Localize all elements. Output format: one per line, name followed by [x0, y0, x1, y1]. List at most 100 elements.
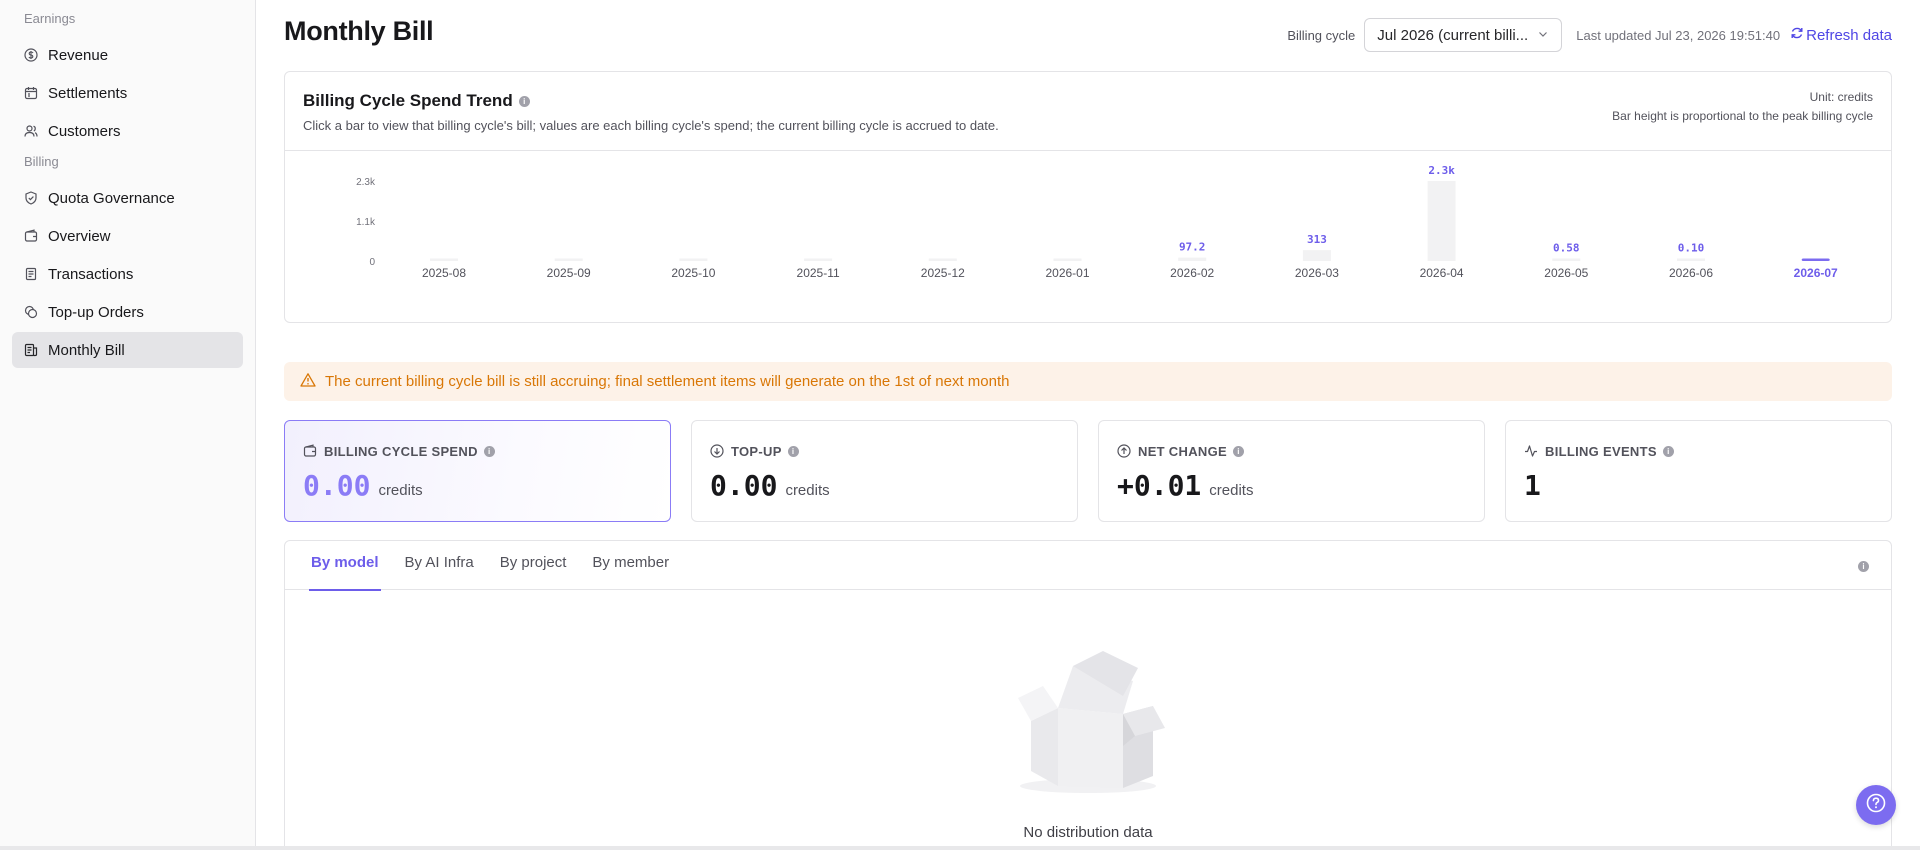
bar-rect[interactable] [1178, 257, 1207, 261]
sidebar-group-billing: Billing [24, 154, 59, 169]
unit-text: Unit: credits [1809, 90, 1873, 104]
sidebar-item-revenue[interactable]: Revenue [12, 37, 243, 73]
empty-box-illustration [1018, 651, 1165, 793]
sidebar-item-overview[interactable]: Overview [12, 218, 243, 254]
distribution-card: By model By AI Infra By project By membe… [284, 540, 1892, 850]
chevron-down-icon [1537, 27, 1549, 44]
stat-header: NET CHANGE i [1117, 442, 1484, 460]
bar-2026-05[interactable]: 0.58 2026-05 [1544, 242, 1588, 281]
main-content: Monthly Bill Billing cycle Jul 2026 (cur… [284, 0, 1892, 850]
arrow-down-circle-icon [710, 444, 724, 458]
sidebar-item-label: Overview [48, 227, 111, 245]
stat-value-row: +0.01 credits [1117, 469, 1484, 502]
x-tick-label: 2026-01 [1045, 266, 1089, 280]
bar-rect[interactable] [554, 258, 583, 262]
spend-trend-subtitle: Click a bar to view that billing cycle's… [303, 118, 999, 133]
activity-icon [1524, 444, 1538, 458]
bar-rect[interactable] [679, 258, 708, 262]
stat-cards: BILLING CYCLE SPEND i 0.00 credits TOP-U… [284, 420, 1892, 522]
sidebar-item-transactions[interactable]: Transactions [12, 256, 243, 292]
warning-icon [300, 372, 325, 392]
x-tick-label: 2026-04 [1420, 266, 1464, 280]
y-tick-label: 2.3k [356, 177, 376, 188]
spend-trend-header: Billing Cycle Spend Trend i Click a bar … [285, 72, 1891, 151]
receipt-icon [24, 267, 38, 281]
bar-2026-06[interactable]: 0.10 2026-06 [1669, 242, 1713, 281]
stat-unit: credits [785, 482, 830, 499]
wallet-icon [24, 229, 38, 243]
bar-2025-12[interactable]: 2025-12 [921, 258, 965, 281]
sidebar-item-label: Settlements [48, 84, 128, 102]
tab-by-member[interactable]: By member [592, 541, 669, 590]
bar-data-label: 0.58 [1553, 242, 1580, 255]
spend-trend-card: Billing Cycle Spend Trend i Click a bar … [284, 71, 1892, 323]
bar-2025-08[interactable]: 2025-08 [422, 258, 466, 281]
x-tick-label: 2025-08 [422, 266, 466, 280]
bar-2025-09[interactable]: 2025-09 [547, 258, 591, 281]
calendar-icon [24, 86, 38, 100]
page-header: Monthly Bill Billing cycle Jul 2026 (cur… [284, 0, 1892, 70]
stat-card-top-up: TOP-UP i 0.00 credits [691, 420, 1078, 522]
bar-height-note: Bar height is proportional to the peak b… [1612, 109, 1873, 123]
help-button[interactable] [1856, 785, 1896, 825]
stat-unit: credits [378, 482, 423, 499]
bottom-border [0, 846, 1920, 850]
sidebar-item-label: Quota Governance [48, 189, 175, 207]
sidebar-item-label: Customers [48, 122, 121, 140]
sidebar-item-monthly-bill[interactable]: Monthly Bill [12, 332, 243, 368]
stat-card-billing-events: BILLING EVENTS i 1 [1505, 420, 1892, 522]
dollar-circle-icon [24, 48, 38, 62]
header-controls: Billing cycle Jul 2026 (current billi...… [1287, 18, 1892, 52]
stat-card-net-change: NET CHANGE i +0.01 credits [1098, 420, 1485, 522]
arrow-up-circle-icon [1117, 444, 1131, 458]
tab-by-project[interactable]: By project [500, 541, 567, 590]
refresh-data-button[interactable]: Refresh data [1790, 26, 1892, 44]
bar-rect[interactable] [1302, 250, 1331, 261]
bar-2025-11[interactable]: 2025-11 [797, 258, 840, 281]
bar-data-label: 0.10 [1678, 242, 1705, 255]
sidebar-item-quota-governance[interactable]: Quota Governance [12, 180, 243, 216]
bar-2026-04[interactable]: 2.3k 2026-04 [1420, 164, 1464, 280]
x-tick-label: 2025-11 [797, 266, 840, 280]
sidebar: Earnings Revenue Settlements Customers B… [0, 0, 256, 850]
spend-trend-title: Billing Cycle Spend Trend i [303, 91, 530, 111]
tab-by-model[interactable]: By model [309, 541, 381, 591]
bar-rect[interactable] [928, 258, 957, 262]
refresh-label: Refresh data [1806, 26, 1892, 44]
users-icon [24, 124, 38, 138]
refresh-icon [1790, 26, 1806, 44]
info-icon[interactable]: i [1662, 445, 1674, 457]
shield-check-icon [24, 191, 38, 205]
sidebar-item-customers[interactable]: Customers [12, 113, 243, 149]
last-updated-text: Last updated Jul 23, 2026 19:51:40 [1576, 27, 1781, 43]
bar-2026-01[interactable]: 2026-01 [1045, 258, 1090, 281]
stat-value-row: 0.00 credits [303, 469, 670, 502]
spend-trend-chart: 2.3k 1.1k 0 2025-08 2025-09 2025-10 2025-11 202… [285, 151, 1891, 323]
info-icon[interactable]: i [518, 95, 530, 107]
bar-2025-10[interactable]: 2025-10 [671, 258, 716, 281]
sidebar-item-top-up-orders[interactable]: Top-up Orders [12, 294, 243, 330]
wallet-icon [303, 444, 317, 458]
bar-rect[interactable] [1427, 181, 1456, 261]
tab-by-ai-infra[interactable]: By AI Infra [405, 541, 474, 590]
bar-rect[interactable] [804, 258, 833, 262]
bar-rect[interactable] [1053, 258, 1082, 262]
info-icon[interactable]: i [1858, 561, 1869, 572]
stat-value-row: 1 [1524, 469, 1891, 502]
bar-rect[interactable] [430, 258, 458, 262]
info-icon[interactable]: i [1232, 445, 1244, 457]
info-icon[interactable]: i [787, 445, 799, 457]
bar-rect[interactable] [1677, 258, 1705, 262]
bar-rect[interactable] [1552, 258, 1581, 262]
stat-value: +0.01 [1117, 469, 1202, 502]
stat-header: BILLING EVENTS i [1524, 442, 1891, 460]
bar-2026-07[interactable]: 2026-07 [1794, 258, 1838, 281]
bar-2026-03[interactable]: 313 2026-03 [1295, 233, 1339, 280]
sidebar-item-settlements[interactable]: Settlements [12, 75, 243, 111]
bar-rect[interactable] [1801, 258, 1830, 262]
billing-cycle-select[interactable]: Jul 2026 (current billi... [1364, 18, 1563, 52]
stat-header: BILLING CYCLE SPEND i [303, 442, 670, 460]
bar-2026-02[interactable]: 97.2 2026-02 [1170, 241, 1214, 280]
spend-trend-title-text: Billing Cycle Spend Trend [303, 91, 513, 110]
info-icon[interactable]: i [483, 445, 495, 457]
